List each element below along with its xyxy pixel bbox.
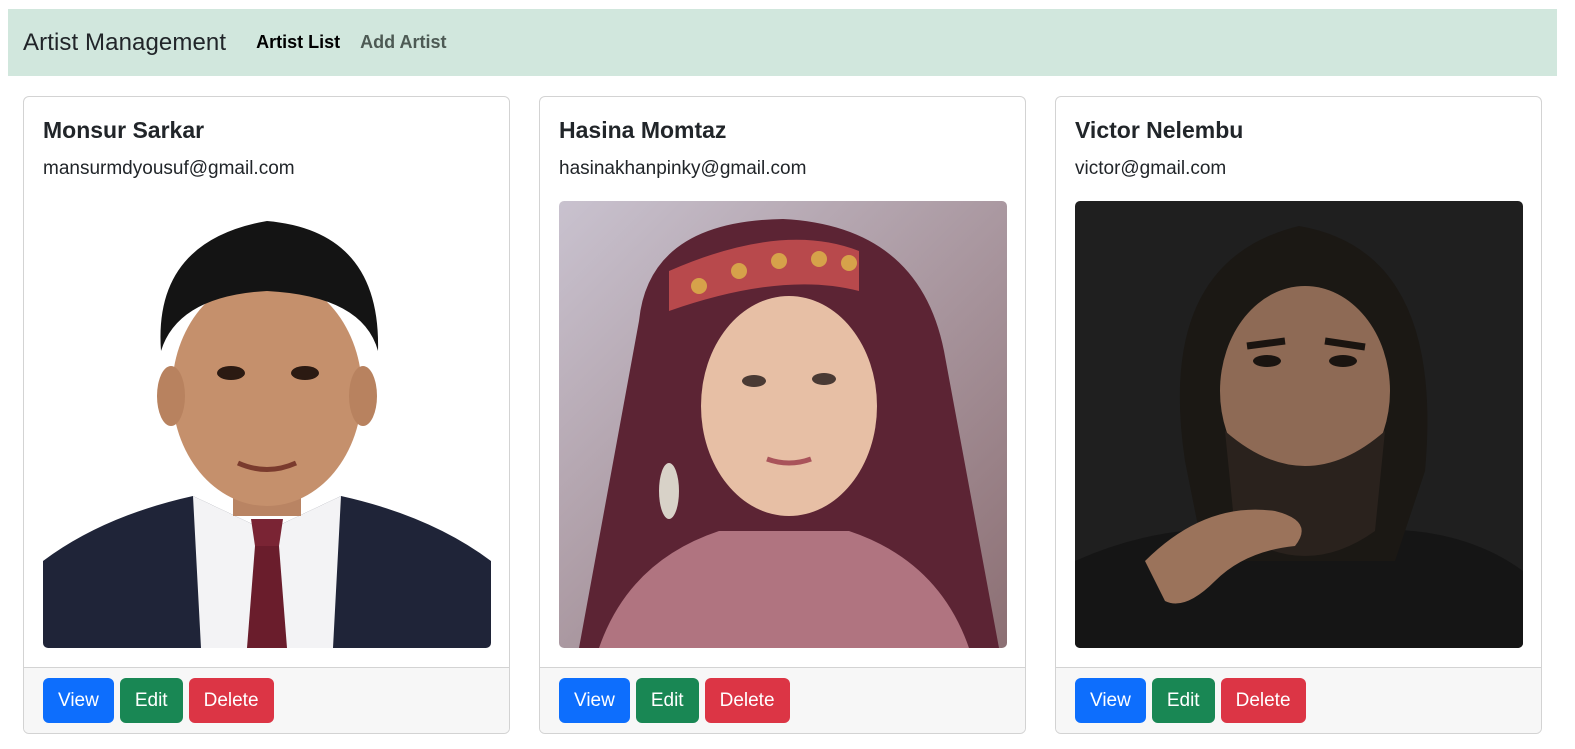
artist-card: Hasina Momtaz hasinakhanpinky@gmail.com xyxy=(539,96,1026,734)
artist-name: Victor Nelembu xyxy=(1075,117,1244,143)
edit-button[interactable]: Edit xyxy=(635,678,699,723)
delete-button[interactable]: Delete xyxy=(188,678,274,723)
top-navbar: Artist Management Artist List Add Artist xyxy=(8,9,1557,76)
delete-button[interactable]: Delete xyxy=(1220,678,1306,723)
view-button[interactable]: View xyxy=(1075,678,1146,723)
artist-name: Hasina Momtaz xyxy=(559,117,727,143)
artist-photo xyxy=(1075,201,1523,648)
artist-photo xyxy=(43,201,491,648)
artist-name: Monsur Sarkar xyxy=(43,117,205,143)
artist-card: Victor Nelembu victor@gmail.com View Edi… xyxy=(1055,96,1542,734)
card-footer: View Edit Delete xyxy=(24,667,509,733)
edit-button[interactable]: Edit xyxy=(119,678,183,723)
artist-photo xyxy=(559,201,1007,648)
artist-email: hasinakhanpinky@gmail.com xyxy=(559,158,807,179)
card-footer: View Edit Delete xyxy=(540,667,1025,733)
brand-title[interactable]: Artist Management xyxy=(23,29,226,57)
artist-card: Monsur Sarkar mansurmdyousuf@gmail.com V… xyxy=(23,96,510,734)
view-button[interactable]: View xyxy=(43,678,114,723)
delete-button[interactable]: Delete xyxy=(704,678,790,723)
view-button[interactable]: View xyxy=(559,678,630,723)
card-footer: View Edit Delete xyxy=(1056,667,1541,733)
edit-button[interactable]: Edit xyxy=(1151,678,1215,723)
artist-email: victor@gmail.com xyxy=(1075,158,1227,179)
artist-email: mansurmdyousuf@gmail.com xyxy=(43,158,295,179)
nav-link-artist-list[interactable]: Artist List xyxy=(256,32,340,53)
nav-link-add-artist[interactable]: Add Artist xyxy=(360,32,446,53)
